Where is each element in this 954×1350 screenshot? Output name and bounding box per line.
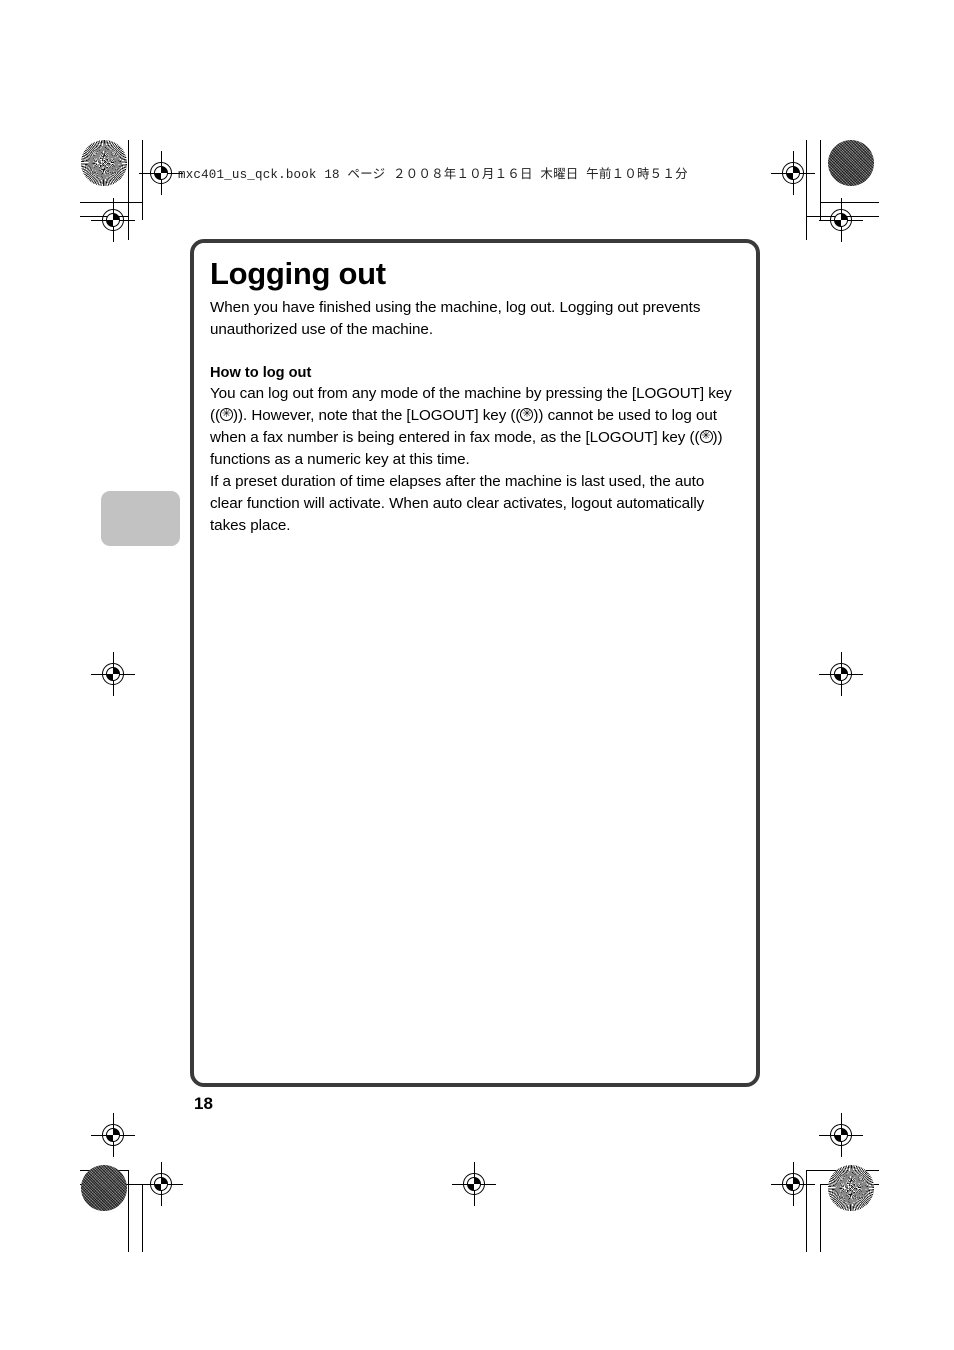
content-body: Logging out When you have finished using… — [194, 243, 756, 537]
logout-key-asterisk-icon: ✳ — [220, 408, 234, 422]
registration-target-lower-right-inner — [819, 1113, 863, 1157]
halftone-dot-bottom-right — [828, 1165, 874, 1211]
registration-target-top-left — [139, 151, 183, 195]
registration-target-bottom-center — [452, 1162, 496, 1206]
registration-target-top-right — [771, 151, 815, 195]
registration-target-upper-right-inner — [819, 198, 863, 242]
registration-target-upper-left-inner — [91, 198, 135, 242]
print-header-text: mxc401_us_qck.book 18 ページ ２００８年１０月１６日 木曜… — [178, 168, 688, 182]
paragraph-text-segment-2: )). However, note that the [LOGOUT] key … — [233, 407, 521, 425]
chapter-side-tab — [101, 491, 180, 546]
registration-target-bottom-right — [771, 1162, 815, 1206]
registration-target-left-middle — [91, 652, 135, 696]
halftone-dot-top-left — [81, 140, 127, 186]
registration-target-bottom-left — [139, 1162, 183, 1206]
halftone-dot-bottom-left — [81, 1165, 127, 1211]
logout-key-asterisk-icon: ✳ — [520, 408, 534, 422]
registration-target-lower-left-inner — [91, 1113, 135, 1157]
auto-clear-paragraph: If a preset duration of time elapses aft… — [210, 473, 705, 535]
logout-key-asterisk-icon: ✳ — [699, 430, 713, 444]
how-to-log-out-paragraph: You can log out from any mode of the mac… — [210, 383, 740, 471]
section-heading-how-to-log-out: How to log out — [210, 365, 312, 382]
content-frame: Logging out When you have finished using… — [190, 239, 760, 1087]
page-number: 18 — [194, 1094, 213, 1113]
page-title: Logging out — [210, 256, 386, 291]
registration-target-right-middle — [819, 652, 863, 696]
intro-paragraph: When you have finished using the machine… — [210, 299, 701, 339]
halftone-dot-top-right — [828, 140, 874, 186]
